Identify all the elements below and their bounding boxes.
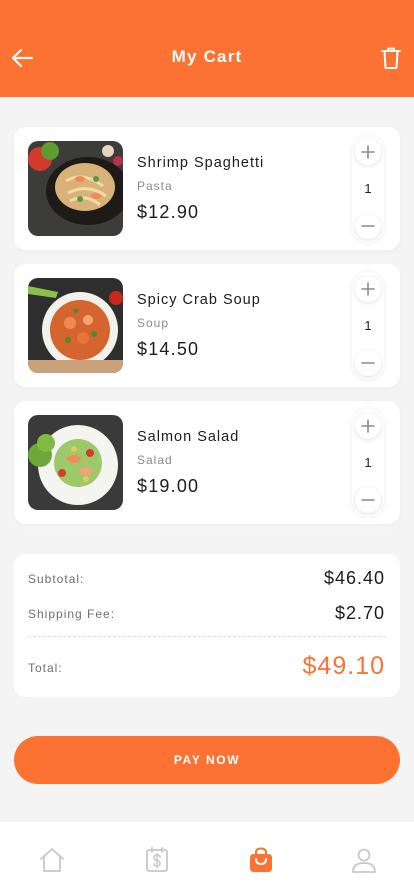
salmon-salad-photo <box>28 415 123 510</box>
order-summary: Subtotal: $46.40 Shipping Fee: $2.70 Tot… <box>14 554 400 697</box>
item-name: Spicy Crab Soup <box>137 292 261 308</box>
user-icon <box>352 848 376 873</box>
decrease-quantity-button[interactable] <box>355 350 381 376</box>
summary-divider <box>28 636 386 637</box>
nav-profile[interactable] <box>350 846 378 874</box>
cart-item: Shrimp Spaghetti Pasta $12.90 1 <box>14 127 400 250</box>
nav-home[interactable] <box>38 846 66 874</box>
trash-icon[interactable] <box>380 46 402 70</box>
subtotal-value: $46.40 <box>323 568 385 588</box>
bottom-navigation <box>0 822 414 896</box>
plus-icon <box>361 419 375 433</box>
item-name: Salmon Salad <box>137 429 240 445</box>
item-category: Salad <box>137 453 173 467</box>
shipping-fee-value: $2.70 <box>334 603 385 623</box>
page-title: My Cart <box>171 47 243 66</box>
nav-cart[interactable] <box>247 846 275 874</box>
quantity-value: 1 <box>364 318 372 333</box>
item-price: $14.50 <box>137 339 200 359</box>
quantity-value: 1 <box>364 181 372 196</box>
increase-quantity-button[interactable] <box>355 276 381 302</box>
quantity-value: 1 <box>364 455 372 470</box>
item-category: Soup <box>137 316 170 330</box>
nav-orders[interactable] <box>143 846 171 874</box>
cart-item: Spicy Crab Soup Soup $14.50 1 <box>14 264 400 387</box>
receipt-icon <box>146 847 168 872</box>
spicy-crab-soup-photo <box>28 278 123 373</box>
shipping-fee-label: Shipping Fee: <box>28 607 116 621</box>
item-category: Pasta <box>137 179 173 193</box>
total-value: $49.10 <box>302 652 385 680</box>
item-price: $12.90 <box>137 202 200 222</box>
decrease-quantity-button[interactable] <box>355 487 381 513</box>
shopping-bag-icon <box>250 847 272 872</box>
pay-now-button[interactable]: PAY NOW <box>14 736 400 784</box>
total-label: Total: <box>28 661 63 675</box>
quantity-stepper: 1 <box>352 409 384 517</box>
decrease-quantity-button[interactable] <box>355 213 381 239</box>
plus-icon <box>361 145 375 159</box>
item-name: Shrimp Spaghetti <box>137 155 265 171</box>
subtotal-label: Subtotal: <box>28 572 85 586</box>
increase-quantity-button[interactable] <box>355 139 381 165</box>
home-icon <box>40 848 64 872</box>
header-bar: My Cart <box>0 0 414 97</box>
quantity-stepper: 1 <box>352 272 384 380</box>
minus-icon <box>361 362 375 364</box>
shrimp-spaghetti-photo <box>28 141 123 236</box>
quantity-stepper: 1 <box>352 135 384 243</box>
increase-quantity-button[interactable] <box>355 413 381 439</box>
item-price: $19.00 <box>137 476 200 496</box>
cart-item: Salmon Salad Salad $19.00 1 <box>14 401 400 524</box>
minus-icon <box>361 225 375 227</box>
minus-icon <box>361 499 375 501</box>
plus-icon <box>361 282 375 296</box>
